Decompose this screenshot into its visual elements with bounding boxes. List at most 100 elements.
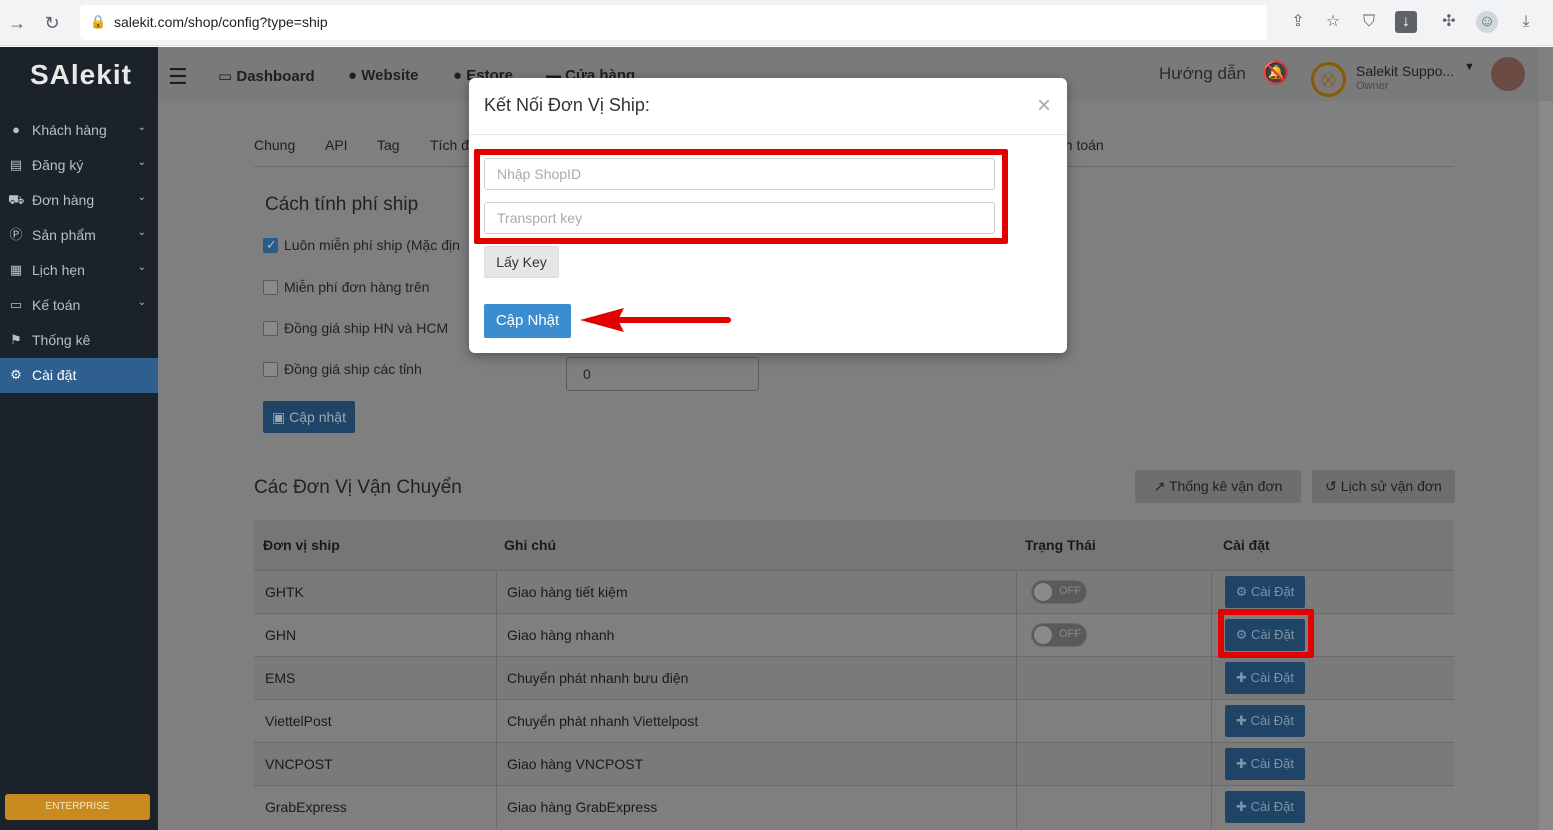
user-name[interactable]: Salekit Suppo... bbox=[1356, 63, 1454, 79]
submit-button[interactable]: Cập Nhật bbox=[484, 304, 571, 338]
carrier-add-button[interactable]: ✚ Cài Đặt bbox=[1225, 705, 1305, 737]
carrier-note: Giao hàng tiết kiệm bbox=[507, 584, 628, 600]
guide-link[interactable]: Hướng dẫn bbox=[1159, 64, 1246, 84]
sidebar-item-label: Đơn hàng bbox=[32, 192, 95, 208]
update-ship-fee-button[interactable]: ▣ Cập nhật bbox=[263, 401, 355, 433]
url-text[interactable]: salekit.com/shop/config?type=ship bbox=[114, 14, 328, 30]
sidebar-item-label: Kế toán bbox=[32, 297, 81, 313]
save-icon: ▣ bbox=[272, 409, 286, 425]
tab-general[interactable]: Chung bbox=[254, 137, 295, 153]
shipping-history-button[interactable]: ↺ Lịch sử vận đơn bbox=[1312, 470, 1455, 503]
chevron-down-icon: ⌄ bbox=[137, 192, 146, 203]
sidebar-item-register[interactable]: ▤ Đăng ký ⌄ bbox=[0, 148, 158, 183]
tab-tag[interactable]: Tag bbox=[377, 137, 400, 153]
shield-icon[interactable]: ⛉ bbox=[1358, 11, 1380, 33]
history-icon: ↺ bbox=[1325, 478, 1337, 494]
sidebar-item-statistics[interactable]: ⚑ Thống kê bbox=[0, 323, 158, 358]
option-flat-hn-hcm[interactable]: Đồng giá ship HN và HCM bbox=[263, 320, 448, 336]
carrier-name: VNCPOST bbox=[265, 756, 333, 772]
option-free-over[interactable]: Miễn phí đơn hàng trên bbox=[263, 279, 429, 295]
column-divider bbox=[1016, 614, 1017, 657]
topbar-dashboard[interactable]: ▭ Dashboard bbox=[218, 67, 315, 85]
carrier-add-button[interactable]: ✚ Cài Đặt bbox=[1225, 791, 1305, 823]
toggle-knob bbox=[1034, 583, 1052, 601]
plus-icon: ✚ bbox=[1236, 756, 1247, 771]
product-icon: Ⓟ bbox=[9, 227, 23, 242]
topbar-website[interactable]: ● Website bbox=[348, 67, 418, 84]
table-row: GrabExpress Giao hàng GrabExpress ✚ Cài … bbox=[254, 785, 1454, 829]
carrier-name: GHN bbox=[265, 627, 297, 643]
status-toggle[interactable]: OFF bbox=[1031, 580, 1087, 604]
column-divider bbox=[1211, 700, 1212, 743]
highlight-inputs bbox=[474, 149, 1008, 244]
sidebar-item-label: Thống kê bbox=[32, 332, 91, 348]
arrow-icon bbox=[580, 308, 731, 332]
share-icon[interactable]: ⇪ bbox=[1287, 11, 1309, 33]
table-row: ViettelPost Chuyển phát nhanh Viettelpos… bbox=[254, 699, 1454, 743]
checkbox[interactable] bbox=[263, 362, 278, 377]
card-icon: ▭ bbox=[9, 297, 23, 312]
button-label: Cài Đặt bbox=[1250, 670, 1294, 685]
scrollbar[interactable] bbox=[1539, 101, 1553, 830]
sidebar-item-products[interactable]: Ⓟ Sản phẩm ⌄ bbox=[0, 218, 158, 253]
carrier-settings-button[interactable]: ⚙ Cài Đặt bbox=[1225, 576, 1305, 608]
download-badge-icon[interactable]: ↓ bbox=[1395, 11, 1417, 33]
shipping-stats-button[interactable]: ↗ Thống kê vận đơn bbox=[1135, 470, 1301, 503]
plus-icon: ✚ bbox=[1236, 670, 1247, 685]
sidebar-item-settings[interactable]: ⚙ Cài đặt bbox=[0, 358, 158, 393]
menu-icon[interactable]: ☰ bbox=[168, 64, 188, 90]
column-divider bbox=[496, 743, 497, 786]
sidebar-item-label: Cài đặt bbox=[32, 367, 77, 383]
tab-integration[interactable]: Tích đ bbox=[430, 137, 469, 153]
sidebar-item-label: Đăng ký bbox=[32, 157, 84, 173]
profile-icon[interactable]: ☺ bbox=[1476, 11, 1498, 33]
sidebar: SAlekit ● Khách hàng ⌄ ▤ Đăng ký ⌄ ⛟ Đơn… bbox=[0, 47, 158, 830]
province-price-input[interactable]: 0 bbox=[566, 357, 759, 391]
ship-fee-title: Cách tính phí ship bbox=[265, 194, 419, 215]
carrier-add-button[interactable]: ✚ Cài Đặt bbox=[1225, 662, 1305, 694]
chevron-down-icon: ⌄ bbox=[137, 227, 146, 238]
column-divider bbox=[1016, 571, 1017, 614]
close-icon[interactable]: × bbox=[1037, 92, 1051, 120]
shop-icon[interactable]: ⛒ bbox=[1311, 62, 1346, 97]
monitor-icon: ▭ bbox=[218, 68, 233, 85]
address-bar[interactable]: 🔒 salekit.com/shop/config?type=ship bbox=[80, 5, 1267, 40]
brand-logo[interactable]: SAlekit bbox=[30, 59, 132, 91]
tab-api[interactable]: API bbox=[325, 137, 348, 153]
status-toggle[interactable]: OFF bbox=[1031, 623, 1087, 647]
avatar[interactable] bbox=[1491, 57, 1525, 91]
column-divider bbox=[1211, 614, 1212, 657]
sidebar-item-label: Lịch hẹn bbox=[32, 262, 85, 278]
option-flat-province[interactable]: Đồng giá ship các tỉnh bbox=[263, 361, 422, 377]
modal-header: Kết Nối Đơn Vị Ship: × bbox=[469, 78, 1067, 135]
sidebar-item-orders[interactable]: ⛟ Đơn hàng ⌄ bbox=[0, 183, 158, 218]
sidebar-item-appointments[interactable]: ▦ Lịch hẹn ⌄ bbox=[0, 253, 158, 288]
star-icon[interactable]: ☆ bbox=[1322, 11, 1344, 33]
topbar-label: Website bbox=[361, 67, 419, 84]
column-header: Cài đặt bbox=[1223, 537, 1270, 553]
button-label: Cài Đặt bbox=[1250, 799, 1294, 814]
back-icon[interactable]: → bbox=[5, 11, 29, 35]
downloads-icon[interactable]: ⤓ bbox=[1515, 11, 1537, 33]
reload-icon[interactable]: ↻ bbox=[40, 11, 64, 35]
option-always-free[interactable]: Luôn miễn phí ship (Mặc địn bbox=[263, 237, 460, 253]
list-icon: ▤ bbox=[9, 157, 23, 172]
carrier-note: Giao hàng VNCPOST bbox=[507, 756, 644, 772]
get-key-button[interactable]: Lấy Key bbox=[484, 246, 559, 278]
checkbox[interactable] bbox=[263, 321, 278, 336]
flag-icon: ⚑ bbox=[10, 332, 22, 347]
column-divider bbox=[1211, 743, 1212, 786]
sidebar-item-accounting[interactable]: ▭ Kế toán ⌄ bbox=[0, 288, 158, 323]
checkbox[interactable] bbox=[263, 280, 278, 295]
caret-down-icon[interactable]: ▼ bbox=[1464, 61, 1475, 73]
carrier-add-button[interactable]: ✚ Cài Đặt bbox=[1225, 748, 1305, 780]
column-divider bbox=[1016, 786, 1017, 829]
table-row: GHTK Giao hàng tiết kiệm OFF ⚙ Cài Đặt bbox=[254, 570, 1454, 614]
sidebar-item-customers[interactable]: ● Khách hàng ⌄ bbox=[0, 113, 158, 148]
extensions-icon[interactable]: ✣ bbox=[1438, 11, 1460, 33]
bell-off-icon[interactable]: 🔕 bbox=[1262, 60, 1289, 86]
option-label: Đồng giá ship các tỉnh bbox=[284, 361, 422, 377]
enterprise-badge: ENTERPRISE bbox=[5, 794, 150, 820]
checkbox-checked[interactable] bbox=[263, 237, 278, 253]
table-row: EMS Chuyển phát nhanh bưu điện ✚ Cài Đặt bbox=[254, 656, 1454, 700]
